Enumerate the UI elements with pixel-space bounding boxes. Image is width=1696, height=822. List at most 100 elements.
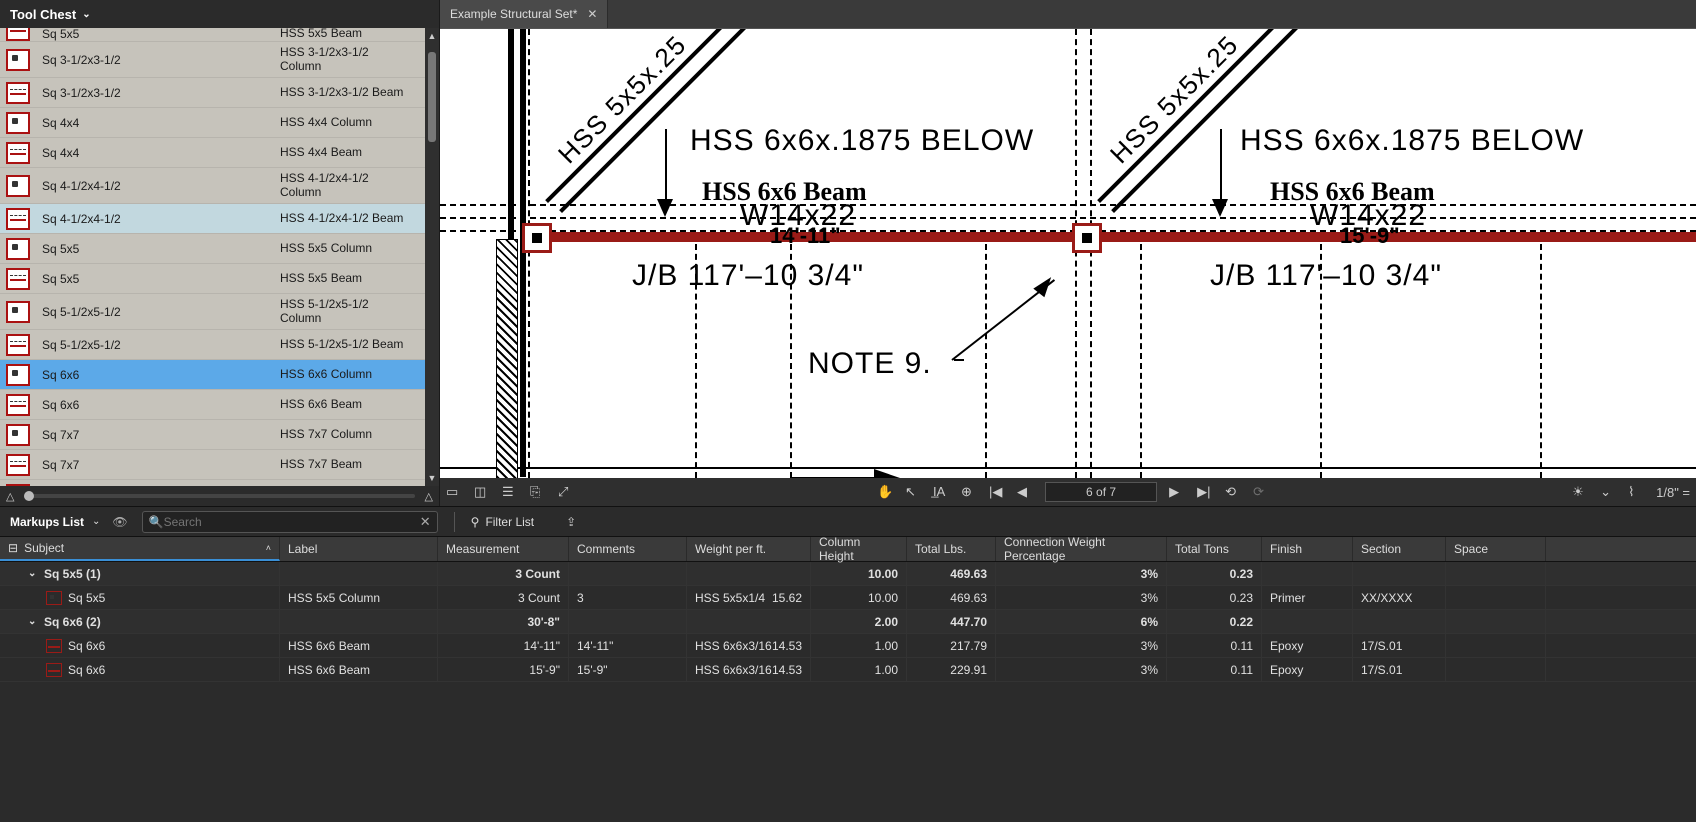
triangle-right-icon[interactable]: △: [425, 490, 433, 503]
beam-tool-icon: [6, 268, 30, 290]
cell: 469.63: [907, 586, 996, 609]
select-icon[interactable]: ↖: [905, 484, 921, 500]
prev-page-icon[interactable]: ◀: [1017, 484, 1033, 500]
col-space[interactable]: Space: [1446, 537, 1546, 561]
list-view-icon[interactable]: ☰: [502, 484, 518, 500]
fit-page-icon[interactable]: ⤢: [558, 484, 574, 500]
export-icon[interactable]: ⇪: [566, 515, 576, 529]
next-page-icon[interactable]: ▶: [1169, 484, 1185, 500]
cell: Primer: [1262, 586, 1353, 609]
col-measurement[interactable]: Measurement: [438, 537, 569, 561]
markup-row[interactable]: Sq 6x6HSS 6x6 Beam14'-11"14'-11"HSS 6x6x…: [0, 634, 1696, 658]
tool-item-desc: HSS 4x4 Beam: [280, 146, 419, 160]
markup-group-row[interactable]: ⌄Sq 6x6 (2)30'-8"2.00447.706%0.22: [0, 610, 1696, 634]
tool-item[interactable]: Sq 3-1/2x3-1/2HSS 3-1/2x3-1/2 Beam: [0, 78, 425, 108]
tool-chest-list: Sq 5x5HSS 5x5 BeamSq 3-1/2x3-1/2HSS 3-1/…: [0, 28, 439, 486]
markups-body: ⌄Sq 5x5 (1)3 Count10.00469.633%0.23Sq 5x…: [0, 562, 1696, 822]
scroll-down-icon[interactable]: ▼: [425, 472, 439, 484]
cell: 3%: [996, 586, 1167, 609]
close-tab-icon[interactable]: ✕: [587, 7, 597, 21]
history-back-icon[interactable]: ⟲: [1225, 484, 1241, 500]
tool-item[interactable]: Sq 6x6HSS 6x6 Column: [0, 360, 425, 390]
col-label[interactable]: Label: [280, 537, 438, 561]
clear-search-icon[interactable]: ✕: [420, 514, 431, 530]
beam-tool-icon: [6, 28, 30, 41]
tool-item[interactable]: Sq 5x5HSS 5x5 Column: [0, 234, 425, 264]
tool-item[interactable]: Sq 5-1/2x5-1/2HSS 5-1/2x5-1/2 Beam: [0, 330, 425, 360]
filter-list-button[interactable]: ⚲ Filter List: [471, 515, 534, 529]
tool-item[interactable]: Sq 5x5HSS 5x5 Beam: [0, 28, 425, 42]
page-indicator[interactable]: 6 of 7: [1045, 482, 1157, 502]
col-finish[interactable]: Finish: [1262, 537, 1353, 561]
chevron-down-icon[interactable]: ⌄: [92, 516, 100, 527]
scale-label[interactable]: 1/8" =: [1656, 485, 1690, 500]
chevron-down-icon[interactable]: ⌄: [1600, 484, 1616, 500]
tool-item[interactable]: Sq 7x7HSS 7x7 Beam: [0, 450, 425, 480]
zoom-icon[interactable]: ⊕: [961, 484, 977, 500]
first-page-icon[interactable]: |◀: [989, 484, 1005, 500]
scrollbar-thumb[interactable]: [428, 52, 436, 142]
lasso-icon[interactable]: ⌇: [1628, 484, 1644, 500]
markup-row[interactable]: Sq 5x5HSS 5x5 Column3 Count3HSS 5x5x1/41…: [0, 586, 1696, 610]
column-marker[interactable]: [522, 223, 552, 253]
cell: 447.70: [907, 610, 996, 633]
beam-tool-icon: [6, 142, 30, 164]
column-tool-icon: [6, 112, 30, 134]
tool-item[interactable]: Sq 4x4HSS 4x4 Column: [0, 108, 425, 138]
tool-item[interactable]: Sq 5-1/2x5-1/2HSS 5-1/2x5-1/2 Column: [0, 294, 425, 330]
pan-icon[interactable]: ✋: [877, 484, 893, 500]
zoom-slider[interactable]: [24, 494, 414, 498]
tool-item[interactable]: Sq 3-1/2x3-1/2HSS 3-1/2x3-1/2 Column: [0, 42, 425, 78]
visibility-icon[interactable]: 👁: [112, 515, 127, 529]
tool-item-desc: HSS 3-1/2x3-1/2 Beam: [280, 86, 419, 100]
markups-header: Markups List ⌄ 👁 🔍 ✕ ⚲ Filter List ⇪: [0, 506, 1696, 536]
document-tab[interactable]: Example Structural Set* ✕: [440, 0, 608, 28]
single-page-icon[interactable]: ▭: [446, 484, 462, 500]
tool-item[interactable]: Sq 8x8HSS 8x8 Column: [0, 480, 425, 486]
scroll-up-icon[interactable]: ▲: [425, 30, 439, 42]
col-column-height[interactable]: Column Height: [811, 537, 907, 561]
tool-chest-scrollbar[interactable]: ▲ ▼: [425, 28, 439, 486]
tool-item[interactable]: Sq 4-1/2x4-1/2HSS 4-1/2x4-1/2 Column: [0, 168, 425, 204]
col-subject[interactable]: ⊟ Subject ˄: [0, 537, 280, 561]
col-total-tons[interactable]: Total Tons: [1167, 537, 1262, 561]
col-total-lbs[interactable]: Total Lbs.: [907, 537, 996, 561]
cell: 17/S.01: [1353, 634, 1446, 657]
tool-chest-header[interactable]: Tool Chest ⌄: [0, 0, 439, 28]
expand-all-icon[interactable]: ⊟: [8, 541, 18, 555]
new-page-icon[interactable]: ⎘: [530, 484, 546, 500]
markups-search[interactable]: 🔍 ✕: [142, 511, 438, 533]
col-weight-per-ft[interactable]: Weight per ft.: [687, 537, 811, 561]
cell: [1353, 610, 1446, 633]
markup-row[interactable]: Sq 6x6HSS 6x6 Beam15'-9"15'-9"HSS 6x6x3/…: [0, 658, 1696, 682]
markup-group-row[interactable]: ⌄Sq 5x5 (1)3 Count10.00469.633%0.23: [0, 562, 1696, 586]
beam-tool-icon: [6, 394, 30, 416]
col-section[interactable]: Section: [1353, 537, 1446, 561]
tool-item-desc: HSS 5-1/2x5-1/2 Beam: [280, 338, 419, 352]
tool-item-name: Sq 5x5: [42, 272, 280, 286]
last-page-icon[interactable]: ▶|: [1197, 484, 1213, 500]
drawing-viewport[interactable]: HSS 5x5x.25 HSS 5x5x.25 HSS 6x6x.1875 BE…: [440, 28, 1696, 478]
split-view-icon[interactable]: ◫: [474, 484, 490, 500]
col-comments[interactable]: Comments: [569, 537, 687, 561]
tool-item[interactable]: Sq 5x5HSS 5x5 Beam: [0, 264, 425, 294]
tool-item[interactable]: Sq 4-1/2x4-1/2HSS 4-1/2x4-1/2 Beam: [0, 204, 425, 234]
tool-item-name: Sq 6x6: [42, 368, 280, 382]
drawing-text: J/B 117'–10 3/4": [1210, 259, 1442, 293]
sort-asc-icon: ˄: [266, 543, 271, 553]
cell: 0.23: [1167, 586, 1262, 609]
triangle-left-icon[interactable]: △: [6, 490, 14, 503]
tool-item[interactable]: Sq 7x7HSS 7x7 Column: [0, 420, 425, 450]
tool-item[interactable]: Sq 4x4HSS 4x4 Beam: [0, 138, 425, 168]
tool-item-name: Sq 4-1/2x4-1/2: [42, 212, 280, 226]
cell: 0.11: [1167, 658, 1262, 681]
text-select-icon[interactable]: I̲A: [933, 484, 949, 500]
col-conn-pct[interactable]: Connection Weight Percentage: [996, 537, 1167, 561]
search-input[interactable]: [164, 515, 420, 529]
cell: 6%: [996, 610, 1167, 633]
tool-item[interactable]: Sq 6x6HSS 6x6 Beam: [0, 390, 425, 420]
column-marker[interactable]: [1072, 223, 1102, 253]
brightness-icon[interactable]: ☀: [1572, 484, 1588, 500]
cell: 1.00: [811, 634, 907, 657]
cell: [280, 562, 438, 585]
